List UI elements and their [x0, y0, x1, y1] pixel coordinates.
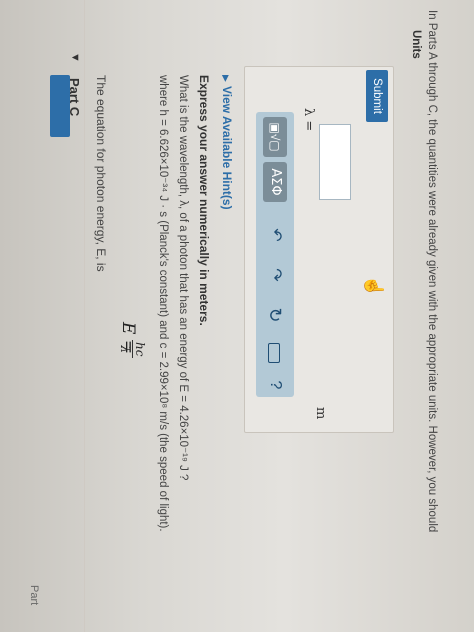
- given-constants: where h = 6.626×10⁻³⁴ J · s (Planck's co…: [157, 75, 169, 532]
- section-divider: [84, 0, 85, 632]
- answer-variable-label: λ =: [301, 108, 316, 132]
- problem-intro: The equation for photon energy, E, is: [94, 75, 108, 272]
- page-content: Part ▼ Part C The equation for photon en…: [0, 0, 474, 632]
- greek-symbols-button[interactable]: ΑΣΦ: [263, 162, 287, 202]
- units-section-title: Units: [410, 30, 422, 59]
- photo-frame: Part ▼ Part C The equation for photon en…: [0, 0, 474, 632]
- help-button[interactable]: ?: [264, 374, 286, 396]
- equation-denominator: λ: [118, 345, 132, 354]
- part-title: Part C: [67, 78, 82, 117]
- answer-input[interactable]: [319, 124, 351, 200]
- redo-icon[interactable]: ↷: [264, 264, 286, 286]
- question-text: What is the wavelength, λ, of a photon t…: [177, 75, 189, 481]
- undo-icon[interactable]: ↶: [264, 224, 286, 246]
- answer-instruction: Express your answer numerically in meter…: [197, 75, 211, 326]
- submit-button[interactable]: Submit: [366, 70, 388, 122]
- equation-numerator: hc: [132, 340, 147, 359]
- hand-cursor-icon: ☝: [364, 275, 384, 298]
- templates-button[interactable]: ▣√▢: [263, 117, 287, 157]
- collapse-caret-icon[interactable]: ▼: [69, 52, 81, 63]
- math-toolbar: ▣√▢ ΑΣΦ ↶ ↷ ↻ ?: [256, 112, 294, 397]
- keyboard-icon[interactable]: [263, 342, 285, 364]
- units-section-text: In Parts A through C, the quantities wer…: [426, 10, 438, 533]
- answer-unit-label: m: [313, 407, 328, 420]
- hint-caret-icon[interactable]: ▶: [220, 75, 231, 82]
- equation-fraction: hc λ: [118, 340, 147, 359]
- view-hints-link[interactable]: View Available Hint(s): [220, 86, 234, 210]
- reset-icon[interactable]: ↻: [264, 304, 286, 326]
- corner-text: Part: [28, 585, 40, 606]
